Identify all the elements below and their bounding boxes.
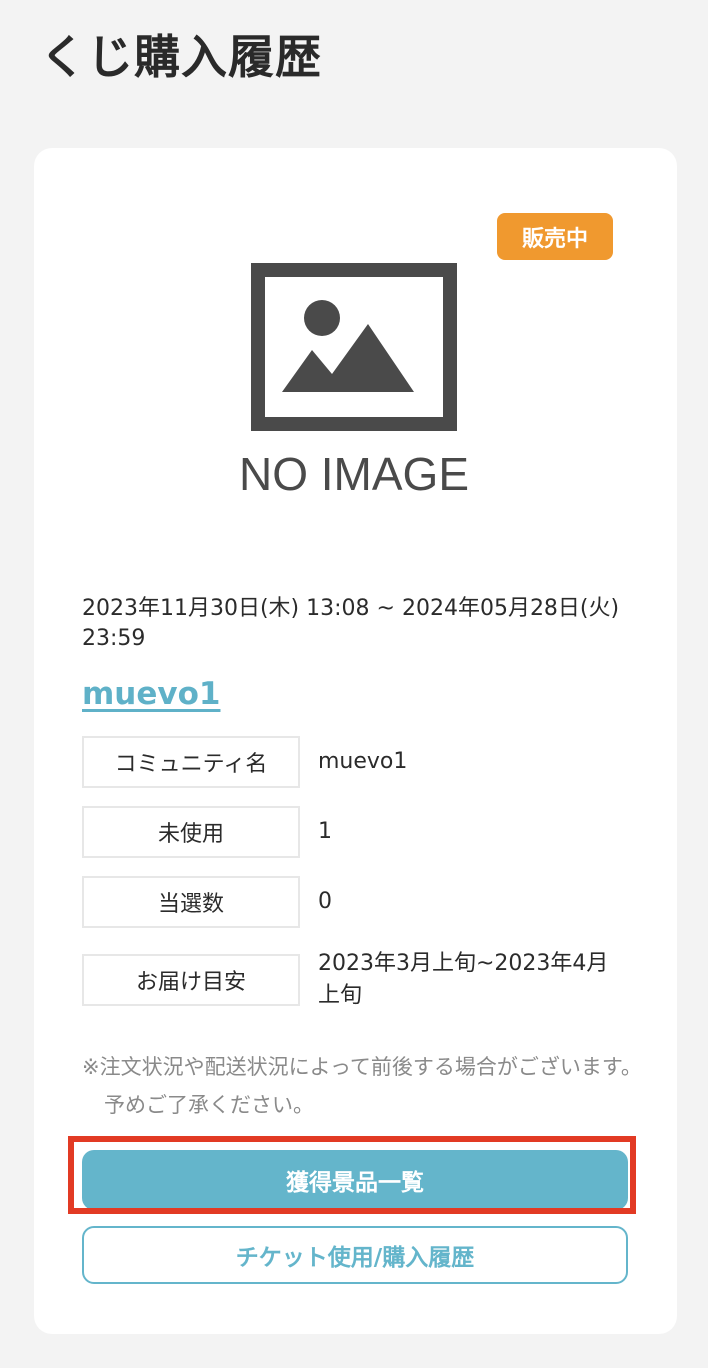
sale-period: 2023年11月30日(木) 13:08 ~ 2024年05月28日(火) 23… — [82, 596, 620, 651]
info-value-community: muevo1 — [318, 749, 408, 774]
delivery-note: ※注文状況や配送状況によって前後する場合がございます。予めご了承ください。 — [82, 1055, 642, 1117]
info-value-delivery: 2023年3月上旬~2023年4月上旬 — [318, 951, 609, 1008]
info-label-unused: 未使用 — [82, 806, 300, 858]
community-link[interactable]: muevo1 — [82, 676, 220, 712]
info-value-winners: 0 — [318, 889, 332, 914]
info-row-delivery: お届け目安 2023年3月上旬~2023年4月上旬 — [82, 948, 642, 1012]
info-row-winners: 当選数 0 — [82, 876, 642, 928]
no-image-placeholder: NO IMAGE — [234, 258, 474, 508]
info-label-delivery: お届け目安 — [82, 954, 300, 1006]
highlight-box — [68, 1136, 636, 1214]
ticket-history-button[interactable]: チケット使用/購入履歴 — [82, 1226, 628, 1284]
info-row-unused: 未使用 1 — [82, 806, 642, 858]
lottery-card: 販売中 NO IMAGE 2023年11月30日(木) 13:08 ~ 2024… — [34, 148, 677, 1334]
page-title: くじ購入履歴 — [40, 30, 322, 84]
info-row-community: コミュニティ名 muevo1 — [82, 736, 642, 788]
no-image-icon: NO IMAGE — [239, 263, 469, 500]
info-value-unused: 1 — [318, 819, 332, 844]
info-label-community: コミュニティ名 — [82, 736, 300, 788]
info-label-winners: 当選数 — [82, 876, 300, 928]
no-image-text: NO IMAGE — [239, 448, 469, 500]
status-badge: 販売中 — [497, 213, 613, 260]
